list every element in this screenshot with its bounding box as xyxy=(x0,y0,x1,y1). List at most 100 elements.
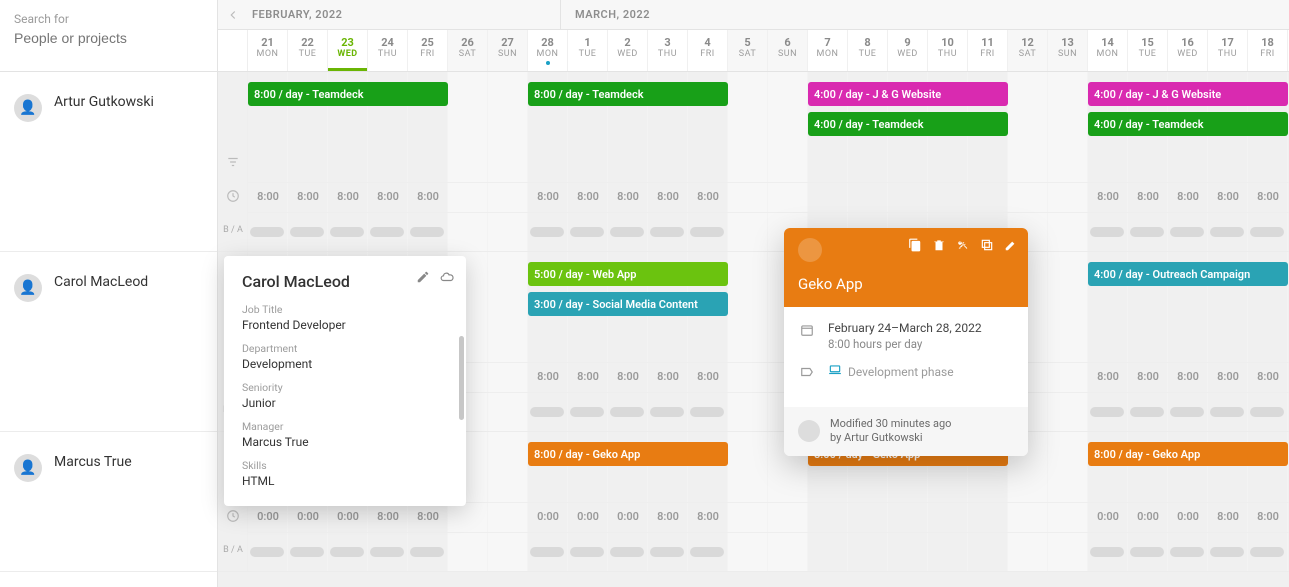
hours-cell: 0:00 xyxy=(1088,510,1128,523)
hours-cell: 8:00 xyxy=(1208,370,1248,383)
day-cell[interactable]: 17THU xyxy=(1208,30,1248,71)
ba-pill xyxy=(570,547,604,557)
day-cell[interactable]: 12SAT xyxy=(1008,30,1048,71)
hours-cell: 8:00 xyxy=(568,190,608,203)
day-cell[interactable]: 10THU xyxy=(928,30,968,71)
ba-pill xyxy=(330,547,364,557)
department-label: Department xyxy=(242,342,448,355)
hours-cell: 8:00 xyxy=(1128,190,1168,203)
day-cell[interactable]: 4FRI xyxy=(688,30,728,71)
day-cell[interactable]: 8TUE xyxy=(848,30,888,71)
ba-pill xyxy=(610,547,644,557)
day-cell[interactable]: 16WED xyxy=(1168,30,1208,71)
day-cell[interactable]: 5SAT xyxy=(728,30,768,71)
ba-pill xyxy=(250,547,284,557)
duplicate-icon[interactable] xyxy=(980,238,994,256)
booking-bar[interactable]: 4:00 / day - J & G Website xyxy=(808,82,1008,106)
hours-cell: 8:00 xyxy=(1248,190,1288,203)
hours-cell: 0:00 xyxy=(288,510,328,523)
popover-scrollbar[interactable] xyxy=(459,336,464,420)
day-cell[interactable]: 11FRI xyxy=(968,30,1008,71)
manager-value: Marcus True xyxy=(242,435,448,449)
booking-bar[interactable]: 8:00 / day - Teamdeck xyxy=(248,82,448,106)
day-cell[interactable]: 23WED xyxy=(328,30,368,71)
person-row[interactable]: 👤Artur Gutkowski xyxy=(0,72,217,252)
hours-cell: 8:00 xyxy=(568,370,608,383)
hours-cell: 8:00 xyxy=(688,190,728,203)
day-cell[interactable]: 3THU xyxy=(648,30,688,71)
cut-icon[interactable] xyxy=(956,238,970,256)
hours-cell: 8:00 xyxy=(1088,370,1128,383)
booking-bar[interactable]: 4:00 / day - J & G Website xyxy=(1088,82,1288,106)
day-cell[interactable]: 2WED xyxy=(608,30,648,71)
search-label: Search for xyxy=(14,12,203,26)
delete-icon[interactable] xyxy=(932,238,946,256)
day-cell[interactable]: 15TUE xyxy=(1128,30,1168,71)
hours-cell: 8:00 xyxy=(1248,510,1288,523)
ba-pill xyxy=(1170,407,1204,417)
hours-cell: 0:00 xyxy=(568,510,608,523)
booking-bar[interactable]: 4:00 / day - Teamdeck xyxy=(1088,112,1288,136)
day-cell[interactable]: 24THU xyxy=(368,30,408,71)
ba-pill xyxy=(370,547,404,557)
ba-pill xyxy=(1250,227,1284,237)
booking-bar[interactable]: 5:00 / day - Web App xyxy=(528,262,728,286)
edit-icon[interactable] xyxy=(416,270,430,287)
booking-bar[interactable]: 4:00 / day - Outreach Campaign xyxy=(1088,262,1288,286)
ba-pill xyxy=(1250,547,1284,557)
day-cell[interactable]: 18FRI xyxy=(1248,30,1288,71)
day-cell[interactable]: 25FRI xyxy=(408,30,448,71)
hours-cell: 8:00 xyxy=(608,370,648,383)
ba-pill xyxy=(610,227,644,237)
schedule-row: 8:00 / day - Teamdeck 8:00 / day - Teamde… xyxy=(218,72,1289,252)
booking-bar[interactable]: 8:00 / day - Teamdeck xyxy=(528,82,728,106)
day-cell[interactable]: 6SUN xyxy=(768,30,808,71)
day-cell[interactable]: 26SAT xyxy=(448,30,488,71)
ba-row: B / A xyxy=(248,532,1289,572)
profile-popover: Carol MacLeod Job Title Frontend Develop… xyxy=(224,256,466,506)
hours-cell: 0:00 xyxy=(1168,510,1208,523)
ba-pill xyxy=(1210,227,1244,237)
modified-time: Modified 30 minutes ago xyxy=(830,417,951,431)
ba-pill xyxy=(690,407,724,417)
card-edit-icon[interactable] xyxy=(1004,238,1018,256)
hours-cell: 8:00 xyxy=(1248,370,1288,383)
hours-cell: 0:00 xyxy=(1128,510,1168,523)
booking-bar[interactable]: 8:00 / day - Geko App xyxy=(1088,442,1288,466)
day-cell[interactable]: 7MON xyxy=(808,30,848,71)
search-input[interactable] xyxy=(14,30,203,46)
hours-cell: 8:00 xyxy=(1168,370,1208,383)
hours-cell: 8:00 xyxy=(688,370,728,383)
job-title-value: Frontend Developer xyxy=(242,318,448,332)
booking-bar[interactable]: 3:00 / day - Social Media Content xyxy=(528,292,728,316)
day-cell[interactable]: 1TUE xyxy=(568,30,608,71)
ba-pill xyxy=(530,407,564,417)
day-cell[interactable]: 14MON xyxy=(1088,30,1128,71)
day-cell[interactable]: 22TUE xyxy=(288,30,328,71)
ba-pill xyxy=(530,227,564,237)
day-cell[interactable]: 21MON xyxy=(248,30,288,71)
modifier-avatar xyxy=(798,420,820,442)
booking-bar[interactable]: 4:00 / day - Teamdeck xyxy=(808,112,1008,136)
ba-pill xyxy=(1130,227,1164,237)
hours-row: 8:008:008:008:008:008:008:008:008:008:00… xyxy=(248,182,1289,212)
day-cell[interactable]: 13SUN xyxy=(1048,30,1088,71)
ba-pill xyxy=(290,547,324,557)
hours-cell: 8:00 xyxy=(528,370,568,383)
hours-cell: 0:00 xyxy=(328,510,368,523)
person-row[interactable]: 👤Carol MacLeod xyxy=(0,252,217,432)
hours-cell: 8:00 xyxy=(528,190,568,203)
person-row[interactable]: 👤Marcus True xyxy=(0,432,217,572)
cloud-icon[interactable] xyxy=(440,270,454,287)
day-cell[interactable]: 28MON xyxy=(528,30,568,71)
ba-label: B / A xyxy=(218,545,248,555)
day-cell[interactable]: 9WED xyxy=(888,30,928,71)
day-cell[interactable]: 27SUN xyxy=(488,30,528,71)
booking-bar[interactable]: 8:00 / day - Geko App xyxy=(528,442,728,466)
prev-month-icon[interactable] xyxy=(218,0,248,29)
hours-cell: 8:00 xyxy=(288,190,328,203)
hours-cell: 8:00 xyxy=(1208,190,1248,203)
copy-icon[interactable] xyxy=(908,238,922,256)
booking-card: Geko App February 24–March 28, 2022 8:00… xyxy=(784,228,1028,456)
card-date-range: February 24–March 28, 2022 xyxy=(828,321,982,335)
